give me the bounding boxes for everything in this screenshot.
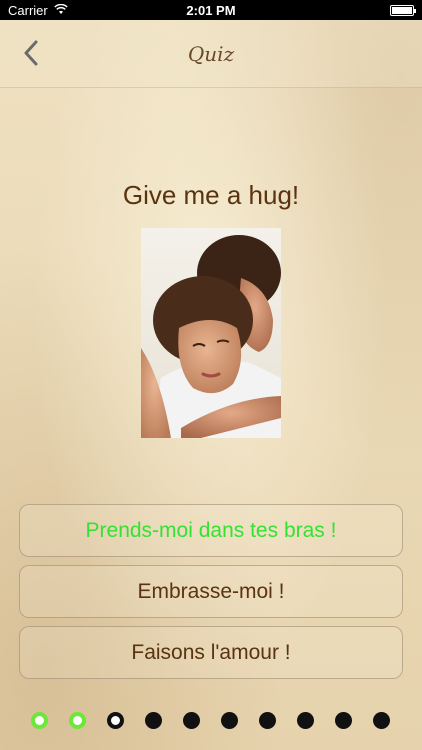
- progress-dot-2: [69, 712, 86, 729]
- progress-dot-3: [107, 712, 124, 729]
- wifi-icon: [54, 3, 68, 18]
- status-bar: Carrier 2:01 PM: [0, 0, 422, 20]
- progress-indicator: [0, 712, 422, 732]
- answer-label: Embrasse-moi !: [137, 579, 285, 603]
- answer-label: Prends-moi dans tes bras !: [85, 518, 337, 542]
- answer-label: Faisons l'amour !: [131, 640, 291, 664]
- carrier-label: Carrier: [8, 2, 48, 18]
- chevron-left-icon: [24, 40, 38, 66]
- progress-dot-7: [259, 712, 276, 729]
- back-button[interactable]: [16, 38, 46, 68]
- question-photo: [141, 228, 281, 438]
- question-prompt: Give me a hug!: [122, 180, 300, 210]
- answer-option-3[interactable]: Faisons l'amour !: [19, 626, 403, 679]
- answer-option-1[interactable]: Prends-moi dans tes bras !: [19, 504, 403, 557]
- progress-dot-9: [335, 712, 352, 729]
- progress-dot-10: [373, 712, 390, 729]
- status-left: Carrier: [8, 3, 68, 18]
- nav-title: Quiz: [187, 41, 235, 66]
- answer-option-2[interactable]: Embrasse-moi !: [19, 565, 403, 618]
- progress-dot-4: [145, 712, 162, 729]
- progress-dot-1: [31, 712, 48, 729]
- battery-icon: [390, 4, 416, 16]
- progress-dot-6: [221, 712, 238, 729]
- progress-dot-8: [297, 712, 314, 729]
- progress-dot-5: [183, 712, 200, 729]
- nav-bar: Quiz: [0, 20, 422, 88]
